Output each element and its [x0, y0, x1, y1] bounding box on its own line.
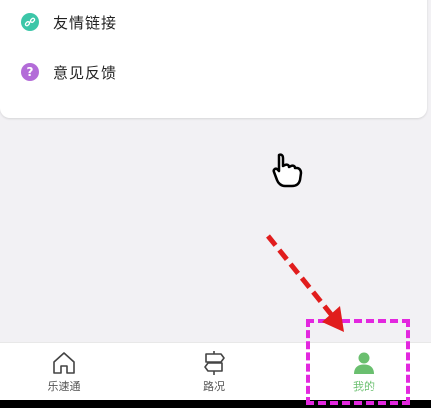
friend-links-label: 友情链接 — [53, 13, 118, 32]
settings-card: 友情链接 ? 意见反馈 — [0, 0, 427, 118]
tab-traffic[interactable]: 路况 — [154, 343, 274, 401]
hand-cursor-icon — [272, 153, 303, 188]
tab-traffic-label: 路况 — [203, 380, 225, 393]
feedback-label: 意见反馈 — [53, 63, 118, 82]
help-icon: ? — [21, 63, 39, 81]
signpost-icon — [204, 351, 225, 375]
tab-home[interactable]: 乐速通 — [4, 343, 124, 401]
link-icon — [21, 13, 39, 31]
help-glyph: ? — [26, 65, 34, 79]
feedback-item[interactable]: ? 意见反馈 — [21, 60, 117, 84]
home-icon — [53, 352, 75, 374]
watermark-text: 仙王游戏 — [340, 387, 396, 403]
friend-links-item[interactable]: 友情链接 — [21, 10, 117, 34]
tab-home-label: 乐速通 — [47, 380, 81, 393]
pointer-arrow — [266, 234, 344, 332]
